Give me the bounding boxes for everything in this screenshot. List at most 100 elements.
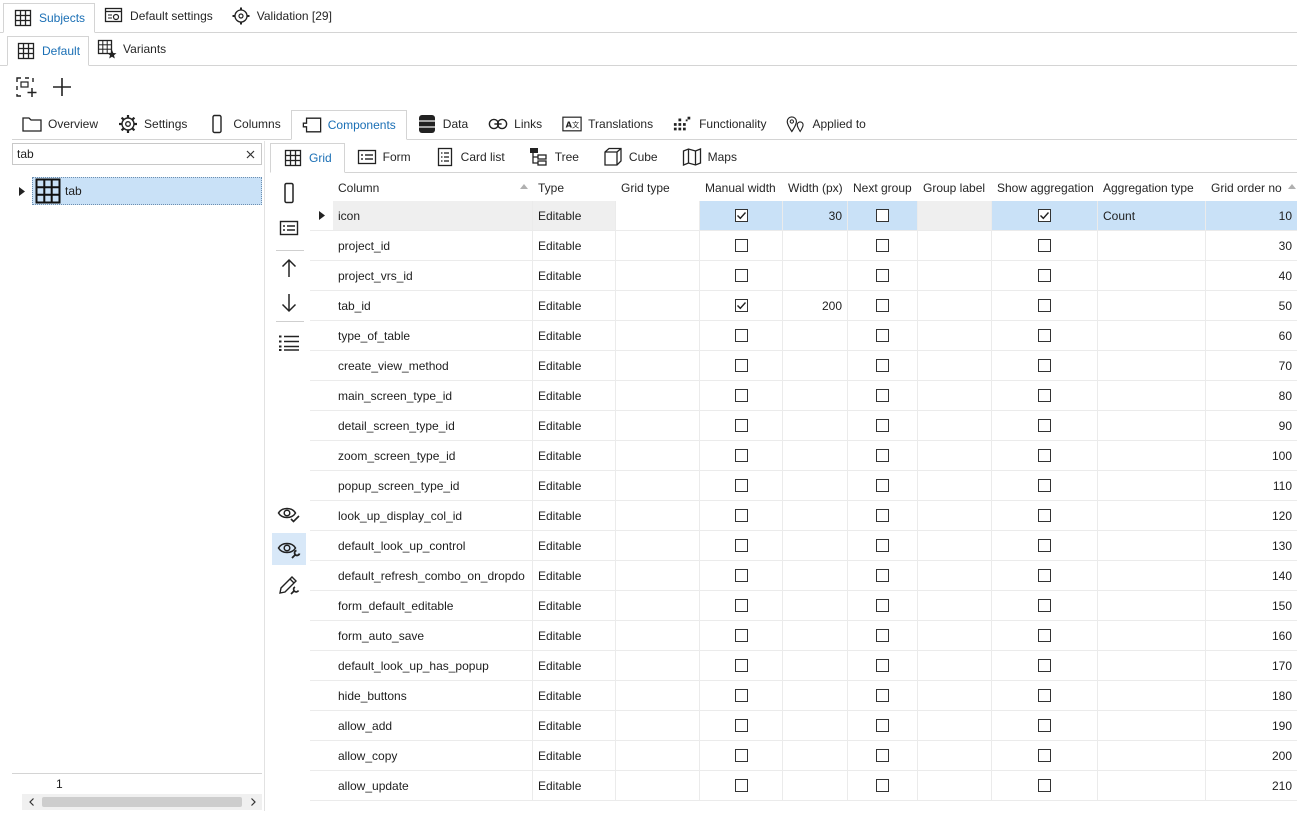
cell-aggregation-type[interactable] [1098, 351, 1206, 380]
cell-width[interactable] [783, 501, 848, 530]
cell-type[interactable]: Editable [533, 771, 616, 800]
cell-column[interactable]: default_look_up_has_popup [333, 651, 533, 680]
cell-type[interactable]: Editable [533, 351, 616, 380]
cell-next-group[interactable] [848, 231, 918, 260]
cell-type[interactable]: Editable [533, 711, 616, 740]
cell-grid-type[interactable] [616, 621, 700, 650]
form-view-button[interactable] [272, 212, 306, 244]
next-group-checkbox[interactable] [876, 629, 889, 642]
cell-column[interactable]: allow_copy [333, 741, 533, 770]
cell-show-aggregation[interactable] [992, 201, 1098, 230]
show-aggregation-checkbox[interactable] [1038, 449, 1051, 462]
cell-next-group[interactable] [848, 531, 918, 560]
cell-width[interactable] [783, 681, 848, 710]
scrollbar-thumb[interactable] [42, 797, 242, 807]
next-group-checkbox[interactable] [876, 689, 889, 702]
cell-next-group[interactable] [848, 201, 918, 230]
cell-show-aggregation[interactable] [992, 291, 1098, 320]
row-indicator[interactable] [310, 591, 333, 620]
cell-manual-width[interactable] [700, 741, 783, 770]
cell-aggregation-type[interactable] [1098, 531, 1206, 560]
cell-column[interactable]: project_id [333, 231, 533, 260]
tree-node-tab[interactable]: tab [32, 177, 262, 205]
row-indicator[interactable] [310, 741, 333, 770]
cell-show-aggregation[interactable] [992, 441, 1098, 470]
tab-data[interactable]: Data [407, 108, 478, 139]
cell-grid-order-no[interactable]: 140 [1206, 561, 1297, 590]
row-indicator[interactable] [310, 471, 333, 500]
table-row[interactable]: tab_id Editable 200 50 [310, 291, 1297, 321]
add-component-button[interactable] [14, 75, 38, 99]
tab-cube[interactable]: Cube [591, 141, 670, 172]
header-width-px[interactable]: Width (px) [783, 174, 848, 201]
cell-column[interactable]: project_vrs_id [333, 261, 533, 290]
header-show-aggregation[interactable]: Show aggregation [992, 174, 1098, 201]
row-indicator[interactable] [310, 351, 333, 380]
expand-arrow-icon[interactable] [12, 177, 32, 205]
row-indicator[interactable] [310, 531, 333, 560]
table-row[interactable]: icon Editable 30 Count 10 [310, 201, 1297, 231]
cell-grid-order-no[interactable]: 80 [1206, 381, 1297, 410]
cell-aggregation-type[interactable] [1098, 471, 1206, 500]
scroll-right-icon[interactable] [248, 794, 258, 810]
cell-type[interactable]: Editable [533, 561, 616, 590]
next-group-checkbox[interactable] [876, 539, 889, 552]
cell-aggregation-type[interactable] [1098, 231, 1206, 260]
cell-aggregation-type[interactable] [1098, 771, 1206, 800]
table-row[interactable]: project_id Editable 30 [310, 231, 1297, 261]
cell-next-group[interactable] [848, 711, 918, 740]
row-indicator[interactable] [310, 561, 333, 590]
cell-column[interactable]: hide_buttons [333, 681, 533, 710]
cell-aggregation-type[interactable] [1098, 291, 1206, 320]
cell-aggregation-type[interactable] [1098, 681, 1206, 710]
tab-settings[interactable]: Settings [108, 108, 197, 139]
cell-group-label[interactable] [918, 681, 992, 710]
cell-grid-type[interactable] [616, 741, 700, 770]
cell-aggregation-type[interactable] [1098, 411, 1206, 440]
cell-aggregation-type[interactable] [1098, 501, 1206, 530]
show-aggregation-checkbox[interactable] [1038, 509, 1051, 522]
manual-width-checkbox[interactable] [734, 569, 748, 582]
table-row[interactable]: look_up_display_col_id Editable 120 [310, 501, 1297, 531]
cell-grid-order-no[interactable]: 60 [1206, 321, 1297, 350]
cell-manual-width[interactable] [700, 621, 783, 650]
row-indicator[interactable] [310, 411, 333, 440]
row-indicator[interactable] [310, 621, 333, 650]
table-row[interactable]: form_default_editable Editable 150 [310, 591, 1297, 621]
show-aggregation-checkbox[interactable] [1038, 419, 1051, 432]
cell-manual-width[interactable] [700, 201, 783, 230]
tab-subjects[interactable]: Subjects [3, 3, 96, 33]
cell-group-label[interactable] [918, 381, 992, 410]
cell-width[interactable] [783, 741, 848, 770]
cell-next-group[interactable] [848, 501, 918, 530]
cell-grid-type[interactable] [616, 381, 700, 410]
cell-aggregation-type[interactable] [1098, 651, 1206, 680]
cell-show-aggregation[interactable] [992, 771, 1098, 800]
cell-grid-type[interactable] [616, 201, 700, 230]
tab-form[interactable]: Form [345, 141, 423, 172]
cell-grid-order-no[interactable]: 190 [1206, 711, 1297, 740]
cell-grid-order-no[interactable]: 90 [1206, 411, 1297, 440]
table-row[interactable]: detail_screen_type_id Editable 90 [310, 411, 1297, 441]
cell-aggregation-type[interactable] [1098, 741, 1206, 770]
cell-manual-width[interactable] [700, 411, 783, 440]
cell-show-aggregation[interactable] [992, 591, 1098, 620]
tab-applied-to[interactable]: Applied to [776, 108, 875, 139]
row-indicator[interactable] [310, 261, 333, 290]
cell-show-aggregation[interactable] [992, 351, 1098, 380]
visibility-check-button[interactable] [272, 498, 306, 530]
cell-grid-type[interactable] [616, 501, 700, 530]
cell-group-label[interactable] [918, 771, 992, 800]
row-indicator[interactable] [310, 681, 333, 710]
header-aggregation-type[interactable]: Aggregation type [1098, 174, 1206, 201]
cell-type[interactable]: Editable [533, 741, 616, 770]
tab-default[interactable]: Default [7, 36, 90, 66]
next-group-checkbox[interactable] [876, 209, 889, 222]
cell-show-aggregation[interactable] [992, 651, 1098, 680]
row-indicator[interactable] [310, 231, 333, 260]
cell-manual-width[interactable] [700, 591, 783, 620]
cell-grid-order-no[interactable]: 10 [1206, 201, 1297, 230]
row-indicator[interactable] [310, 321, 333, 350]
cell-show-aggregation[interactable] [992, 621, 1098, 650]
next-group-checkbox[interactable] [876, 479, 889, 492]
